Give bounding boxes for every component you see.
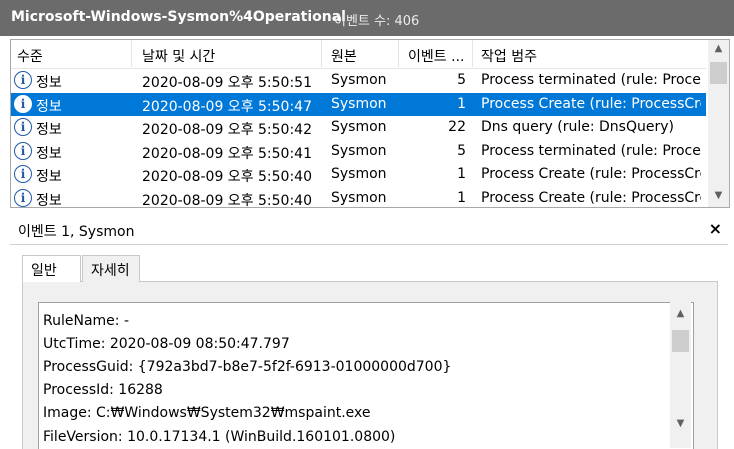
table-row[interactable]: i 정보 2020-08-09 오후 5:50:41 Sysmon 5 Process t…	[11, 140, 706, 163]
row-level: 정보	[36, 75, 62, 91]
row-event-id: 22	[448, 119, 466, 135]
info-icon: i	[14, 165, 32, 183]
event-count-value: 406	[394, 14, 420, 29]
row-event-id: 1	[457, 189, 466, 206]
event-count-label: 이벤트 수:	[334, 14, 391, 29]
detail-line: Image: C:₩Windows₩System32₩mspaint.exe	[43, 405, 371, 421]
row-level: 정보	[36, 192, 62, 208]
log-title-bar: Microsoft-Windows-Sysmon%4Operational 이벤…	[0, 0, 734, 36]
column-category[interactable]: 작업 범주	[481, 46, 537, 66]
row-event-id: 1	[457, 95, 466, 112]
row-category: Process terminated (rule: Proces...	[481, 142, 701, 159]
info-icon: i	[14, 188, 32, 207]
event-detail-title: 이벤트 1, Sysmon	[18, 224, 135, 240]
event-list-scrollbar[interactable]: ▲ ▼	[708, 40, 729, 207]
row-event-id: 5	[457, 72, 466, 88]
chevron-up-icon[interactable]: ▲	[670, 308, 691, 319]
chevron-down-icon[interactable]: ▼	[708, 190, 729, 201]
row-category: Process Create (rule: ProcessCre...	[481, 95, 701, 112]
log-name: Microsoft-Windows-Sysmon%4Operational	[11, 9, 346, 25]
column-source[interactable]: 원본	[331, 46, 357, 66]
event-count: 이벤트 수: 406	[334, 10, 419, 29]
row-datetime: 2020-08-09 오후 5:50:51	[142, 75, 312, 91]
detail-line: UtcTime: 2020-08-09 08:50:47.797	[43, 336, 290, 352]
row-source: Sysmon	[331, 189, 387, 206]
detail-line: ProcessId: 16288	[43, 382, 163, 398]
table-row[interactable]: i 정보 2020-08-09 오후 5:50:51 Sysmon 5 Process t…	[11, 69, 706, 92]
table-row[interactable]: i 정보 2020-08-09 오후 5:50:40 Sysmon 1 Process C…	[11, 163, 706, 186]
event-list-header: 수준 날짜 및 시간 원본 이벤트 ... 작업 범주	[11, 40, 706, 69]
tab-details-label: 자세히	[91, 263, 130, 279]
scroll-thumb[interactable]	[672, 330, 689, 352]
row-source: Sysmon	[331, 142, 387, 159]
row-level: 정보	[36, 98, 62, 115]
row-datetime: 2020-08-09 오후 5:50:40	[142, 169, 312, 185]
detail-line: ProcessGuid: {792a3bd7-b8e7-5f2f-6913-01…	[43, 359, 452, 375]
row-category: Dns query (rule: DnsQuery)	[481, 119, 674, 135]
row-level: 정보	[36, 122, 62, 138]
info-icon: i	[14, 71, 32, 89]
event-detail-header: 이벤트 1, Sysmon ×	[10, 218, 728, 245]
detail-line: RuleName: -	[43, 313, 129, 329]
table-row[interactable]: i 정보 2020-08-09 오후 5:50:42 Sysmon 22 Dns quer…	[11, 116, 706, 139]
row-datetime: 2020-08-09 오후 5:50:41	[142, 145, 312, 162]
description-scrollbar[interactable]: ▲ ▼	[670, 302, 691, 448]
row-source: Sysmon	[331, 119, 387, 135]
row-event-id: 5	[457, 142, 466, 159]
column-event-id[interactable]: 이벤트 ...	[408, 46, 464, 66]
row-category: Process terminated (rule: Proces...	[481, 72, 701, 88]
column-datetime[interactable]: 날짜 및 시간	[142, 46, 215, 66]
row-level: 정보	[36, 145, 62, 162]
row-event-id: 1	[457, 166, 466, 182]
row-category: Process Create (rule: ProcessCre...	[481, 189, 701, 206]
info-icon: i	[14, 141, 32, 160]
info-icon: i	[14, 94, 32, 113]
row-datetime: 2020-08-09 오후 5:50:40	[142, 192, 312, 208]
row-category: Process Create (rule: ProcessCre...	[481, 166, 701, 182]
column-level[interactable]: 수준	[17, 46, 43, 66]
row-datetime: 2020-08-09 오후 5:50:42	[142, 122, 312, 138]
row-source: Sysmon	[331, 166, 387, 182]
row-datetime: 2020-08-09 오후 5:50:47	[142, 98, 312, 115]
chevron-down-icon[interactable]: ▼	[670, 418, 691, 429]
table-row[interactable]: i 정보 2020-08-09 오후 5:50:47 Sysmon 1 Process C…	[11, 92, 706, 116]
event-description[interactable]: RuleName: - UtcTime: 2020-08-09 08:50:47…	[38, 302, 694, 449]
row-source: Sysmon	[331, 72, 387, 88]
detail-line: FileVersion: 10.0.17134.1 (WinBuild.1601…	[43, 429, 396, 445]
tab-general[interactable]: 일반	[22, 255, 81, 282]
close-icon[interactable]: ×	[709, 219, 722, 238]
event-list[interactable]: 수준 날짜 및 시간 원본 이벤트 ... 작업 범주 i 정보 2020-08-0…	[10, 39, 730, 208]
info-icon: i	[14, 118, 32, 136]
row-level: 정보	[36, 169, 62, 185]
tab-details[interactable]: 자세히	[82, 255, 140, 282]
scroll-thumb[interactable]	[710, 62, 727, 84]
tab-general-label: 일반	[31, 263, 57, 279]
row-source: Sysmon	[331, 95, 387, 112]
chevron-up-icon[interactable]: ▲	[708, 43, 729, 54]
table-row[interactable]: i 정보 2020-08-09 오후 5:50:40 Sysmon 1 Process C…	[11, 187, 706, 208]
